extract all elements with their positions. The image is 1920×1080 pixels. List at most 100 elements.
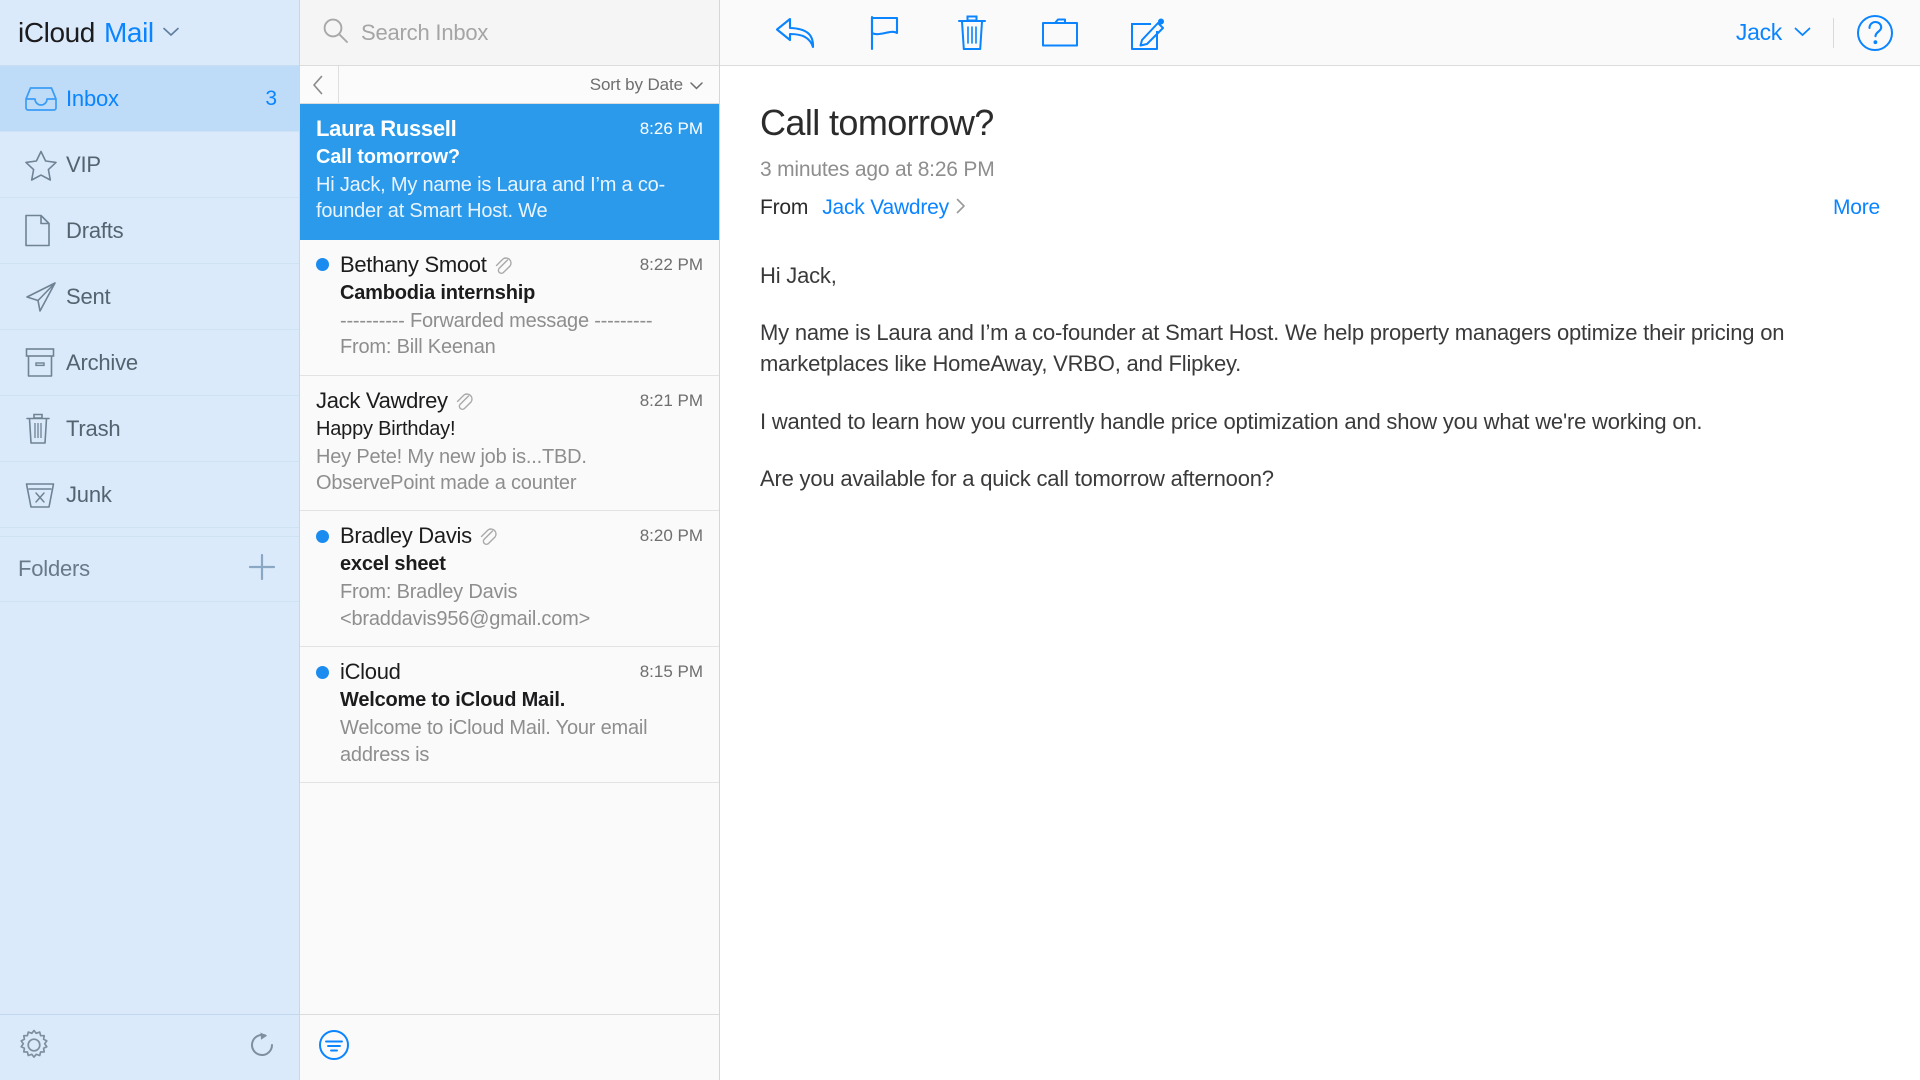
filter-icon[interactable] xyxy=(318,1029,350,1066)
plus-icon[interactable] xyxy=(247,552,277,587)
message-list[interactable]: Laura Russell 8:26 PM Call tomorrow? Hi … xyxy=(300,104,719,1014)
paper-plane-icon xyxy=(24,281,66,313)
message-time: 8:22 PM xyxy=(639,254,703,274)
mail-paragraph: Are you available for a quick call tomor… xyxy=(760,465,1274,491)
sidebar-item-trash[interactable]: Trash xyxy=(0,396,299,462)
search-icon xyxy=(322,17,349,49)
search-input[interactable] xyxy=(361,19,671,46)
more-link[interactable]: More xyxy=(1833,196,1880,220)
search-bar[interactable] xyxy=(300,0,719,66)
sidebar-item-sent[interactable]: Sent xyxy=(0,264,299,330)
mail-body: Hi Jack, My name is Laura and I’m a co-f… xyxy=(720,220,1920,494)
inbox-icon xyxy=(24,85,66,112)
message-preview: Welcome to iCloud Mail. Your email addre… xyxy=(340,717,648,766)
archive-box-icon xyxy=(24,347,66,378)
message-subject: Welcome to iCloud Mail. xyxy=(340,689,566,712)
gear-icon[interactable] xyxy=(18,1029,50,1066)
message-time: 8:26 PM xyxy=(639,119,703,138)
message-preview: Hey Pete! My new job is...TBD. ObservePo… xyxy=(316,445,587,494)
reply-arrow-icon[interactable] xyxy=(752,16,840,50)
sidebar-item-drafts[interactable]: Drafts xyxy=(0,198,299,264)
message-list-header: Sort by Date xyxy=(300,65,719,104)
sidebar-footer xyxy=(0,1014,299,1080)
mail-from-row: From Jack Vawdrey More xyxy=(760,196,1880,220)
message-subject: Cambodia internship xyxy=(340,281,536,304)
message-list-column: Sort by Date Laura Russell 8:26 PM Call … xyxy=(300,0,720,1080)
compose-icon[interactable] xyxy=(1104,15,1192,51)
message-list-item[interactable]: Bradley Davis 8:20 PM excel sheet From: … xyxy=(300,511,719,648)
sidebar-item-label: Trash xyxy=(66,415,121,441)
message-list-item[interactable]: Jack Vawdrey 8:21 PM Happy Birthday! Hey… xyxy=(300,376,719,512)
sidebar-item-label: Inbox xyxy=(66,85,119,111)
message-row-top: Bradley Davis 8:20 PM xyxy=(316,523,703,549)
sidebar-item-label: Drafts xyxy=(66,217,124,243)
account-name-label: Jack xyxy=(1735,19,1782,45)
from-sender-link[interactable]: Jack Vawdrey xyxy=(822,196,949,220)
message-sender: Bradley Davis xyxy=(340,523,472,549)
toolbar-right-group: Jack xyxy=(1736,14,1894,52)
from-label: From xyxy=(760,196,809,219)
sidebar-item-label: Sent xyxy=(66,283,111,309)
message-subject: Happy Birthday! xyxy=(316,417,456,440)
chevron-left-icon[interactable] xyxy=(312,65,339,104)
mail-paragraph: Hi Jack, xyxy=(760,263,837,288)
question-mark-circle-icon[interactable] xyxy=(1834,14,1894,52)
message-preview: Hi Jack, My name is Laura and I’m a co-f… xyxy=(316,174,665,223)
sidebar-item-vip[interactable]: VIP xyxy=(0,132,299,198)
message-row-top: Bethany Smoot 8:22 PM xyxy=(316,252,703,278)
message-preview: ---------- Forwarded message --------- F… xyxy=(340,309,653,359)
message-subject: excel sheet xyxy=(340,553,446,576)
unread-indicator-dot xyxy=(316,258,329,272)
message-sender: Bethany Smoot xyxy=(340,251,487,277)
chevron-down-icon[interactable] xyxy=(162,25,179,40)
unread-indicator-dot xyxy=(316,665,329,679)
icloud-mail-app: iCloud Mail Inbox 3 VIP Drafts Sent Arch… xyxy=(0,0,1920,1080)
sort-by-date-button[interactable]: Sort by Date xyxy=(590,75,703,95)
message-row-top: iCloud 8:15 PM xyxy=(316,659,703,685)
inbox-unread-count: 3 xyxy=(265,86,277,110)
mail-paragraph: My name is Laura and I’m a co-founder at… xyxy=(760,320,1785,377)
message-preview: From: Bradley Davis <braddavis956@gmail.… xyxy=(340,581,591,630)
refresh-icon[interactable] xyxy=(247,1030,277,1065)
message-list-item[interactable]: iCloud 8:15 PM Welcome to iCloud Mail. W… xyxy=(300,647,719,783)
message-time: 8:20 PM xyxy=(639,526,703,546)
paperclip-icon xyxy=(492,255,512,275)
brand-header[interactable]: iCloud Mail xyxy=(0,0,299,66)
trash-icon xyxy=(24,412,66,445)
message-sender: iCloud xyxy=(340,659,401,685)
sidebar-item-inbox[interactable]: Inbox 3 xyxy=(0,66,299,132)
sidebar-item-archive[interactable]: Archive xyxy=(0,330,299,396)
message-list-item[interactable]: Bethany Smoot 8:22 PM Cambodia internshi… xyxy=(300,240,719,376)
sidebar-item-label: Junk xyxy=(66,481,112,507)
paperclip-icon xyxy=(477,526,497,546)
folder-icon[interactable] xyxy=(1016,17,1104,48)
message-row-top: Laura Russell 8:26 PM xyxy=(316,116,703,142)
sidebar-item-junk[interactable]: Junk xyxy=(0,462,299,528)
chevron-right-icon[interactable] xyxy=(956,198,966,219)
mail-paragraph: I wanted to learn how you currently hand… xyxy=(760,408,1703,434)
message-subject: Call tomorrow? xyxy=(316,146,460,168)
message-sender: Laura Russell xyxy=(316,116,457,141)
message-time: 8:21 PM xyxy=(639,390,703,410)
folders-section-header: Folders xyxy=(0,536,299,602)
message-list-item[interactable]: Laura Russell 8:26 PM Call tomorrow? Hi … xyxy=(300,104,719,240)
folders-title: Folders xyxy=(18,556,90,581)
sidebar-nav: Inbox 3 VIP Drafts Sent Archive Trash Ju… xyxy=(0,66,299,528)
chevron-down-icon xyxy=(1794,24,1811,41)
brand-icloud-label: iCloud xyxy=(18,16,95,48)
mail-subject: Call tomorrow? xyxy=(760,102,994,143)
sort-label-text: Sort by Date xyxy=(589,74,683,94)
account-menu-button[interactable]: Jack xyxy=(1736,19,1833,46)
sidebar: iCloud Mail Inbox 3 VIP Drafts Sent Arch… xyxy=(0,0,300,1080)
trash-icon[interactable] xyxy=(928,14,1016,52)
chevron-down-icon xyxy=(690,75,703,95)
message-list-footer xyxy=(300,1014,719,1080)
sidebar-item-label: VIP xyxy=(66,151,101,177)
unread-indicator-dot xyxy=(316,529,329,543)
document-icon xyxy=(24,214,66,247)
mail-timestamp: 3 minutes ago at 8:26 PM xyxy=(760,158,995,181)
brand-app-label: Mail xyxy=(103,16,154,48)
mail-toolbar: Jack xyxy=(720,0,1920,66)
flag-icon[interactable] xyxy=(840,15,928,51)
